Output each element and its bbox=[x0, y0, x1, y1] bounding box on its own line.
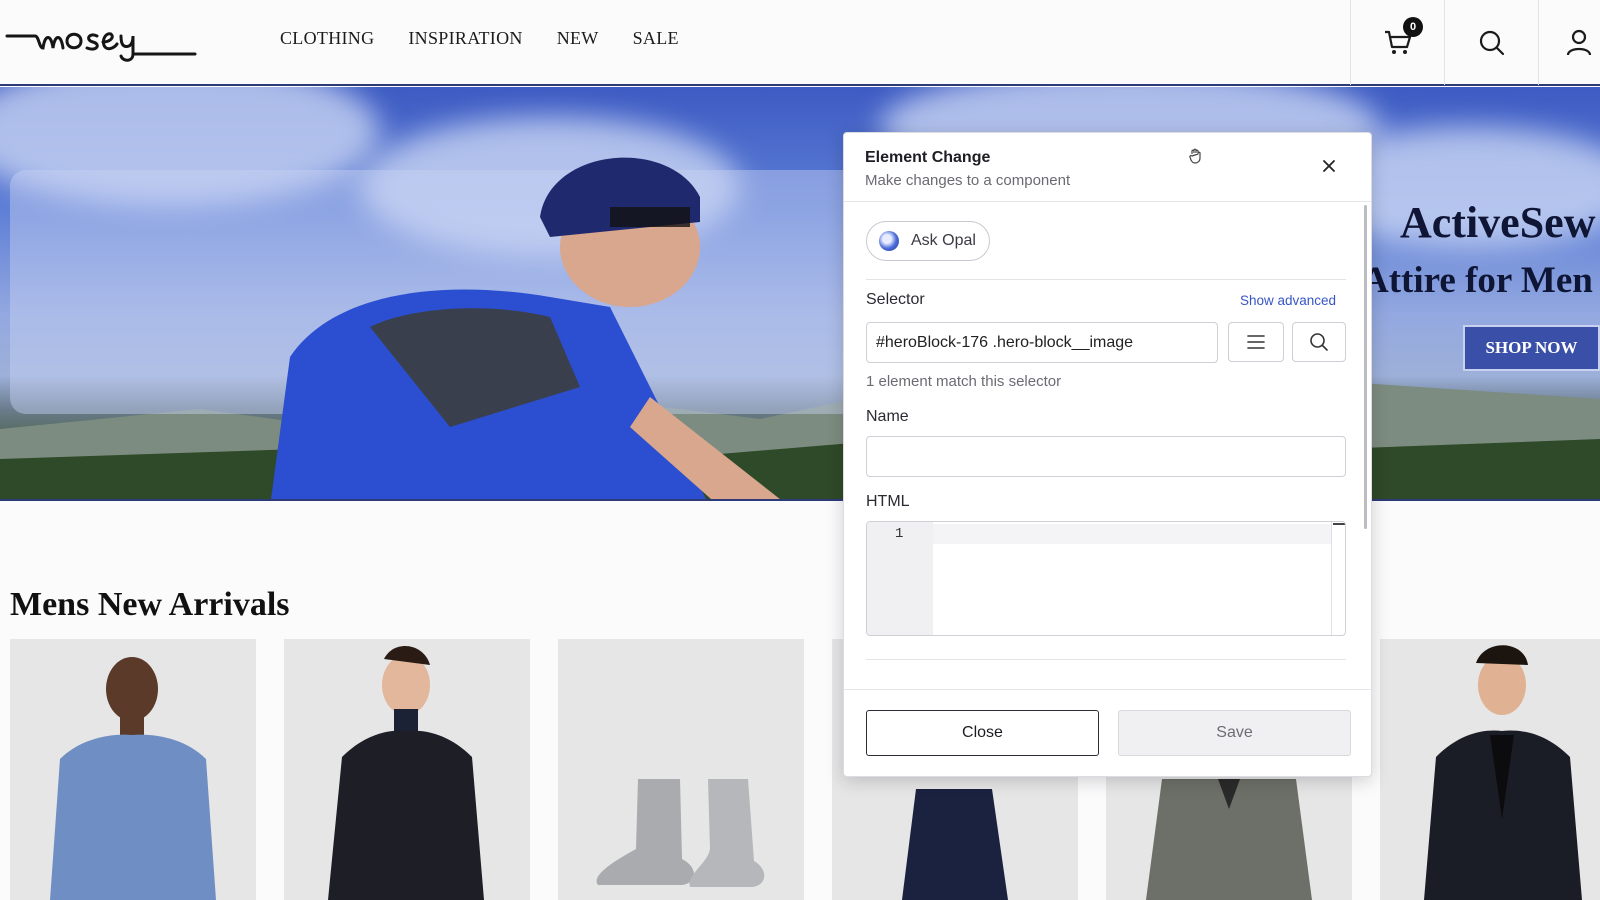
header-actions: 0 bbox=[1350, 0, 1600, 85]
line-number: 1 bbox=[895, 526, 904, 542]
hero-title: ActiveSew bbox=[1400, 198, 1596, 247]
element-change-dialog: Element Change Make changes to a compone… bbox=[843, 132, 1372, 777]
editor-scrollbar-thumb[interactable] bbox=[1333, 523, 1345, 525]
product-image-black-blazer bbox=[1424, 645, 1582, 900]
product-card[interactable] bbox=[558, 639, 804, 900]
hero-subtitle: Attire for Men bbox=[1362, 260, 1593, 301]
site-header: CLOTHING INSPIRATION NEW SALE 0 bbox=[0, 0, 1600, 86]
nav-new[interactable]: NEW bbox=[557, 28, 599, 49]
cart-button[interactable]: 0 bbox=[1350, 0, 1444, 85]
product-card[interactable] bbox=[284, 639, 530, 900]
divider bbox=[866, 659, 1346, 660]
opal-icon bbox=[879, 231, 899, 251]
mosey-logo[interactable] bbox=[5, 14, 197, 64]
nav-inspiration[interactable]: INSPIRATION bbox=[408, 28, 522, 49]
product-image-blue-sweater bbox=[50, 657, 216, 900]
dialog-footer: Close Save bbox=[844, 689, 1371, 777]
cyclist-image bbox=[271, 157, 780, 499]
menu-icon bbox=[1247, 335, 1265, 349]
product-card[interactable] bbox=[10, 639, 256, 900]
product-image-black-coat bbox=[328, 646, 484, 900]
search-button[interactable] bbox=[1444, 0, 1538, 85]
section-title: Mens New Arrivals bbox=[10, 586, 290, 623]
ask-opal-label: Ask Opal bbox=[911, 232, 976, 249]
divider bbox=[866, 279, 1346, 280]
save-button[interactable]: Save bbox=[1118, 710, 1351, 756]
active-line-highlight bbox=[933, 524, 1331, 544]
close-button[interactable]: Close bbox=[866, 710, 1099, 756]
dialog-body: Ask Opal Selector Show advanced #heroBlo… bbox=[844, 203, 1371, 688]
name-input[interactable] bbox=[866, 436, 1346, 477]
selector-match-hint: 1 element match this selector bbox=[866, 373, 1062, 390]
main-nav: CLOTHING INSPIRATION NEW SALE bbox=[280, 28, 679, 49]
selector-label: Selector bbox=[866, 291, 925, 308]
selector-pick-button[interactable] bbox=[1292, 322, 1346, 362]
cart-count-badge: 0 bbox=[1403, 17, 1423, 37]
search-icon bbox=[1310, 333, 1328, 351]
close-icon[interactable] bbox=[1322, 159, 1336, 173]
html-label: HTML bbox=[866, 493, 910, 510]
editor-scrollbar-track bbox=[1331, 522, 1332, 635]
nav-clothing[interactable]: CLOTHING bbox=[280, 28, 374, 49]
search-icon bbox=[1479, 30, 1504, 55]
name-label: Name bbox=[866, 408, 909, 425]
product-image-grey-boots bbox=[596, 779, 765, 887]
product-card[interactable] bbox=[1380, 639, 1600, 900]
dialog-subtitle: Make changes to a component bbox=[865, 172, 1071, 189]
selector-list-button[interactable] bbox=[1228, 322, 1284, 362]
account-button[interactable] bbox=[1538, 0, 1600, 85]
shop-now-button[interactable]: SHOP NOW bbox=[1463, 325, 1600, 371]
ask-opal-button[interactable]: Ask Opal bbox=[866, 221, 990, 261]
dialog-scrollbar[interactable] bbox=[1364, 205, 1367, 529]
show-advanced-link[interactable]: Show advanced bbox=[1240, 293, 1336, 308]
html-code-editor[interactable]: 1 bbox=[866, 521, 1346, 636]
nav-sale[interactable]: SALE bbox=[633, 28, 679, 49]
drag-handle-icon[interactable] bbox=[1187, 147, 1205, 165]
dialog-title: Element Change bbox=[865, 149, 991, 166]
user-icon bbox=[1566, 29, 1592, 55]
selector-input[interactable]: #heroBlock-176 .hero-block__image bbox=[866, 322, 1218, 363]
dialog-header: Element Change Make changes to a compone… bbox=[844, 133, 1371, 202]
